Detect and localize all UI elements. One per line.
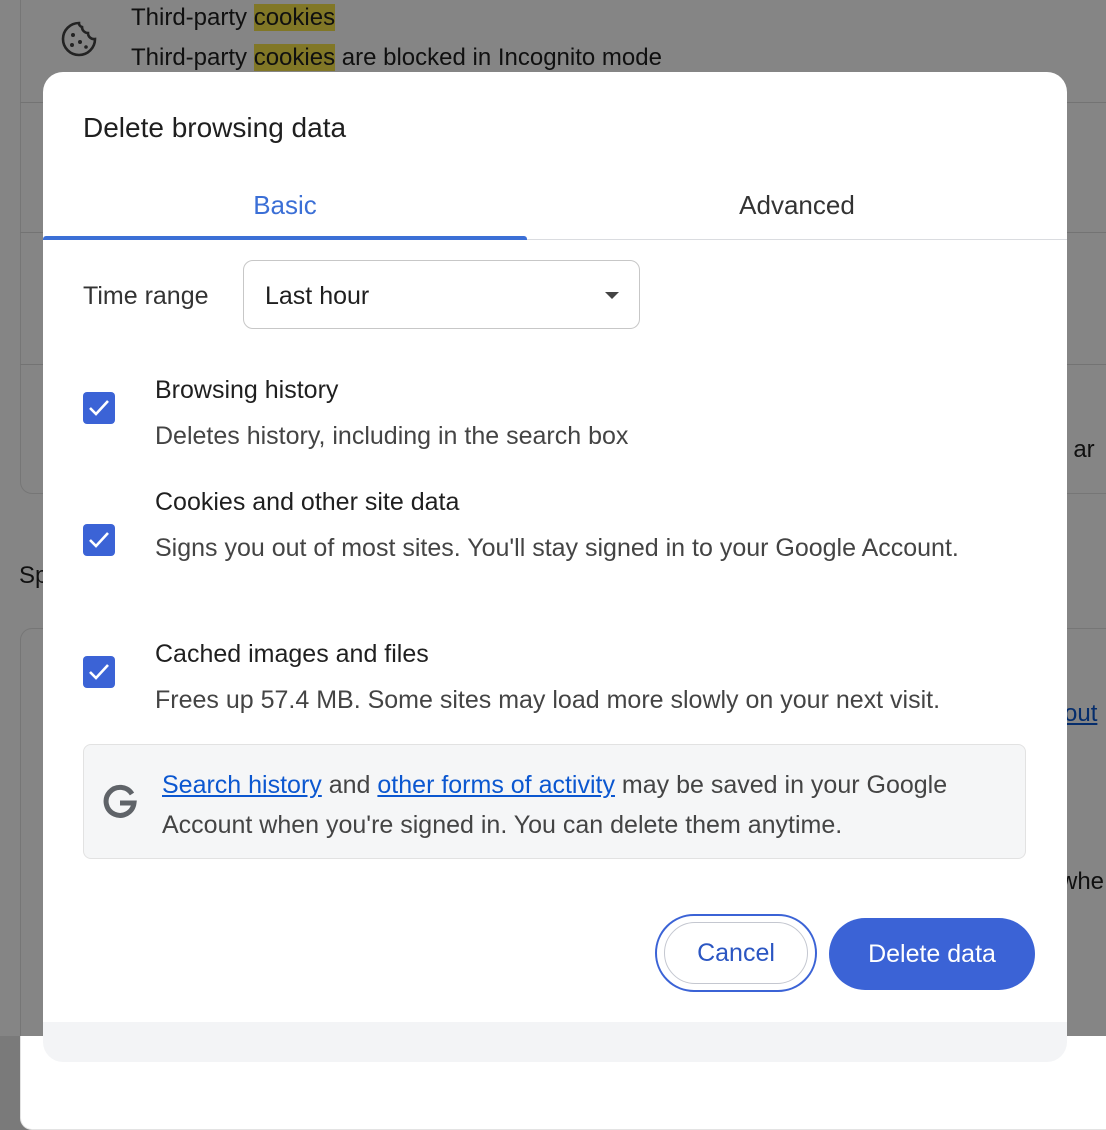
option-title: Cookies and other site data	[155, 488, 460, 516]
dropdown-arrow-icon	[605, 292, 619, 299]
tab-basic[interactable]: Basic	[43, 172, 527, 240]
time-range-label: Time range	[83, 282, 209, 310]
delete-data-button[interactable]: Delete data	[829, 918, 1035, 990]
cached-images-checkbox[interactable]	[83, 656, 115, 688]
checkmark-icon	[89, 400, 109, 416]
checkmark-icon	[89, 532, 109, 548]
cookies-checkbox[interactable]	[83, 524, 115, 556]
google-account-info-box: Search history and other forms of activi…	[83, 744, 1026, 859]
time-range-value: Last hour	[265, 282, 370, 310]
checkmark-icon	[89, 664, 109, 680]
cancel-button[interactable]: Cancel	[655, 914, 817, 992]
delete-browsing-data-dialog: Delete browsing data Basic Advanced Time…	[43, 72, 1067, 1062]
time-range-select[interactable]: Last hour	[243, 260, 640, 329]
dialog-title: Delete browsing data	[83, 112, 347, 143]
dialog-footer	[43, 1022, 1067, 1062]
active-tab-indicator	[43, 236, 527, 240]
tab-bar: Basic Advanced	[43, 172, 1067, 240]
info-text: Search history and other forms of activi…	[162, 771, 948, 839]
option-title: Browsing history	[155, 376, 339, 404]
option-title: Cached images and files	[155, 640, 429, 668]
option-description: Deletes history, including in the search…	[155, 422, 629, 450]
other-activity-link[interactable]: other forms of activity	[377, 771, 615, 799]
tab-advanced[interactable]: Advanced	[555, 172, 1039, 239]
cancel-button-label: Cancel	[664, 922, 808, 984]
option-description: Frees up 57.4 MB. Some sites may load mo…	[155, 686, 941, 714]
browsing-history-checkbox[interactable]	[83, 392, 115, 424]
search-history-link[interactable]: Search history	[162, 771, 322, 799]
google-g-icon	[102, 783, 138, 824]
option-description: Signs you out of most sites. You'll stay…	[155, 534, 959, 562]
